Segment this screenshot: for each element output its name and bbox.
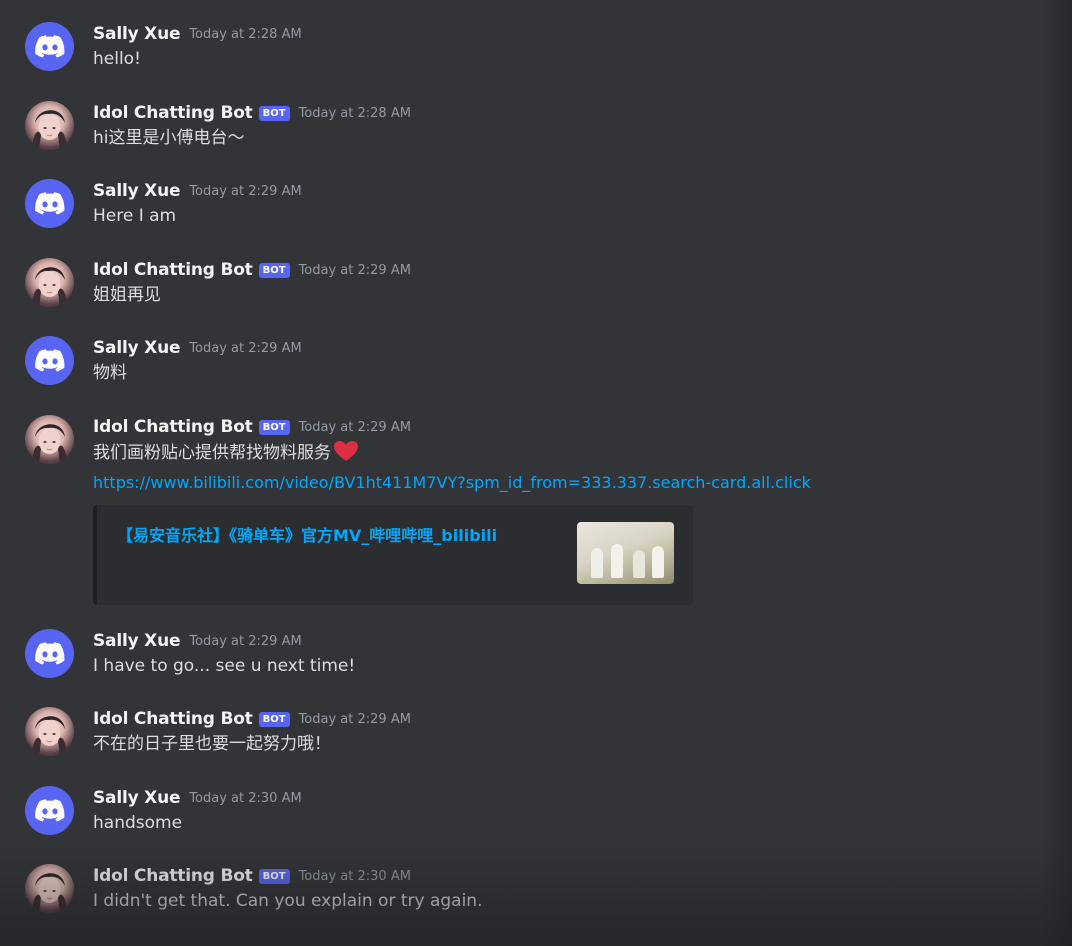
bot-badge: BOT	[258, 711, 290, 727]
message-header: Idol Chatting Bot BOT Today at 2:29 AM	[93, 258, 411, 282]
message-header: Sally Xue Today at 2:29 AM	[93, 629, 302, 653]
message-item: Sally Xue Today at 2:29 AM I have to go.…	[0, 629, 1050, 679]
bot-portrait-icon	[31, 267, 68, 307]
discord-logo-icon	[34, 348, 64, 371]
message-link[interactable]: https://www.bilibili.com/video/BV1ht411M…	[93, 471, 811, 495]
username[interactable]: Idol Chatting Bot	[93, 260, 253, 280]
avatar[interactable]	[25, 415, 74, 464]
message-header: Sally Xue Today at 2:28 AM	[93, 22, 302, 46]
username[interactable]: Idol Chatting Bot	[93, 417, 253, 437]
message-item: Idol Chatting Bot BOT Today at 2:29 AM 姐…	[0, 258, 1050, 308]
message-item: Sally Xue Today at 2:29 AM Here I am	[0, 179, 1050, 229]
link-embed: 【易安音乐社】《骑单车》官方MV_哔哩哔哩_bilibili	[93, 505, 693, 605]
username[interactable]: Idol Chatting Bot	[93, 866, 253, 886]
timestamp: Today at 2:28 AM	[298, 105, 411, 121]
message-header: Idol Chatting Bot BOT Today at 2:29 AM	[93, 415, 411, 439]
username[interactable]: Sally Xue	[93, 24, 181, 44]
message-text: I didn't get that. Can you explain or tr…	[93, 891, 483, 911]
bot-badge: BOT	[258, 419, 290, 435]
chat-message-list[interactable]: Sally Xue Today at 2:28 AM hello! Idol C…	[0, 0, 1072, 946]
avatar[interactable]	[25, 101, 74, 150]
message-header: Idol Chatting Bot BOT Today at 2:30 AM	[93, 864, 411, 888]
username[interactable]: Sally Xue	[93, 181, 181, 201]
timestamp: Today at 2:30 AM	[189, 790, 302, 806]
timestamp: Today at 2:29 AM	[298, 711, 411, 727]
discord-logo-icon	[34, 641, 64, 664]
message-text: 姐姐再见	[93, 285, 161, 305]
avatar[interactable]	[25, 786, 74, 835]
username[interactable]: Idol Chatting Bot	[93, 103, 253, 123]
message-item: Idol Chatting Bot BOT Today at 2:30 AM I…	[0, 864, 1050, 914]
avatar[interactable]	[25, 22, 74, 71]
bot-portrait-icon	[31, 873, 68, 913]
avatar[interactable]	[25, 864, 74, 913]
discord-logo-icon	[34, 34, 64, 57]
bot-badge: BOT	[258, 105, 290, 121]
message-item: Idol Chatting Bot BOT Today at 2:29 AM 不…	[0, 707, 1050, 757]
timestamp: Today at 2:30 AM	[298, 868, 411, 884]
message-header: Sally Xue Today at 2:29 AM	[93, 179, 302, 203]
bot-portrait-icon	[31, 424, 68, 464]
message-item: Sally Xue Today at 2:29 AM 物料	[0, 336, 1050, 386]
bot-portrait-icon	[31, 110, 68, 150]
message-item: Sally Xue Today at 2:28 AM hello!	[0, 22, 1050, 72]
message-text: hi这里是小傅电台～	[93, 128, 245, 148]
avatar[interactable]	[25, 336, 74, 385]
red-heart-icon	[333, 440, 359, 469]
message-text: handsome	[93, 813, 183, 833]
avatar[interactable]	[25, 629, 74, 678]
username[interactable]: Idol Chatting Bot	[93, 709, 253, 729]
avatar[interactable]	[25, 179, 74, 228]
message-text: Here I am	[93, 206, 177, 226]
avatar[interactable]	[25, 258, 74, 307]
discord-logo-icon	[34, 798, 64, 821]
bot-badge: BOT	[258, 868, 290, 884]
username[interactable]: Sally Xue	[93, 338, 181, 358]
message-header: Idol Chatting Bot BOT Today at 2:28 AM	[93, 101, 411, 125]
timestamp: Today at 2:29 AM	[298, 262, 411, 278]
bot-portrait-icon	[31, 716, 68, 756]
message-header: Sally Xue Today at 2:30 AM	[93, 786, 302, 810]
message-header: Idol Chatting Bot BOT Today at 2:29 AM	[93, 707, 411, 731]
message-item: Idol Chatting Bot BOT Today at 2:29 AM 我…	[0, 415, 1050, 605]
message-text: 我们画粉贴心提供帮找物料服务	[93, 440, 359, 469]
message-header: Sally Xue Today at 2:29 AM	[93, 336, 302, 360]
timestamp: Today at 2:28 AM	[189, 26, 302, 42]
message-text: 物料	[93, 363, 127, 383]
message-item: Sally Xue Today at 2:30 AM handsome	[0, 786, 1050, 836]
embed-title[interactable]: 【易安音乐社】《骑单车》官方MV_哔哩哔哩_bilibili	[117, 522, 497, 546]
avatar[interactable]	[25, 707, 74, 756]
message-item: Idol Chatting Bot BOT Today at 2:28 AM h…	[0, 101, 1050, 151]
timestamp: Today at 2:29 AM	[189, 340, 302, 356]
message-text-body: 我们画粉贴心提供帮找物料服务	[93, 443, 331, 463]
discord-logo-icon	[34, 191, 64, 214]
timestamp: Today at 2:29 AM	[189, 633, 302, 649]
username[interactable]: Sally Xue	[93, 631, 181, 651]
timestamp: Today at 2:29 AM	[189, 183, 302, 199]
message-text: hello!	[93, 49, 141, 69]
timestamp: Today at 2:29 AM	[298, 419, 411, 435]
bot-badge: BOT	[258, 262, 290, 278]
username[interactable]: Sally Xue	[93, 788, 181, 808]
message-text: I have to go... see u next time!	[93, 656, 356, 676]
message-text: 不在的日子里也要一起努力哦！	[93, 734, 331, 754]
embed-thumbnail[interactable]	[577, 522, 674, 584]
